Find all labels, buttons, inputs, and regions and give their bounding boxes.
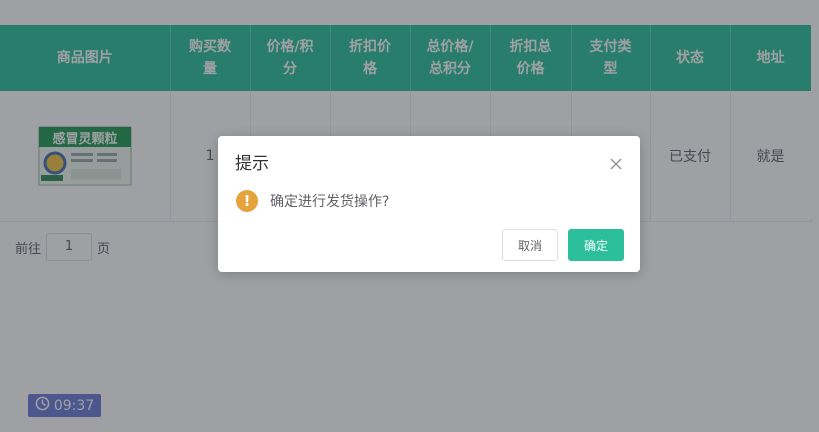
close-icon[interactable] [610, 155, 622, 170]
confirm-dialog: 提示 ! 确定进行发货操作? 取消 确定 [218, 136, 640, 272]
confirm-button[interactable]: 确定 [568, 229, 624, 261]
dialog-title: 提示 [235, 154, 269, 174]
cancel-button[interactable]: 取消 [502, 229, 558, 261]
dialog-message-row: ! 确定进行发货操作? [236, 190, 389, 212]
warning-icon: ! [236, 190, 258, 212]
dialog-message: 确定进行发货操作? [270, 194, 390, 210]
